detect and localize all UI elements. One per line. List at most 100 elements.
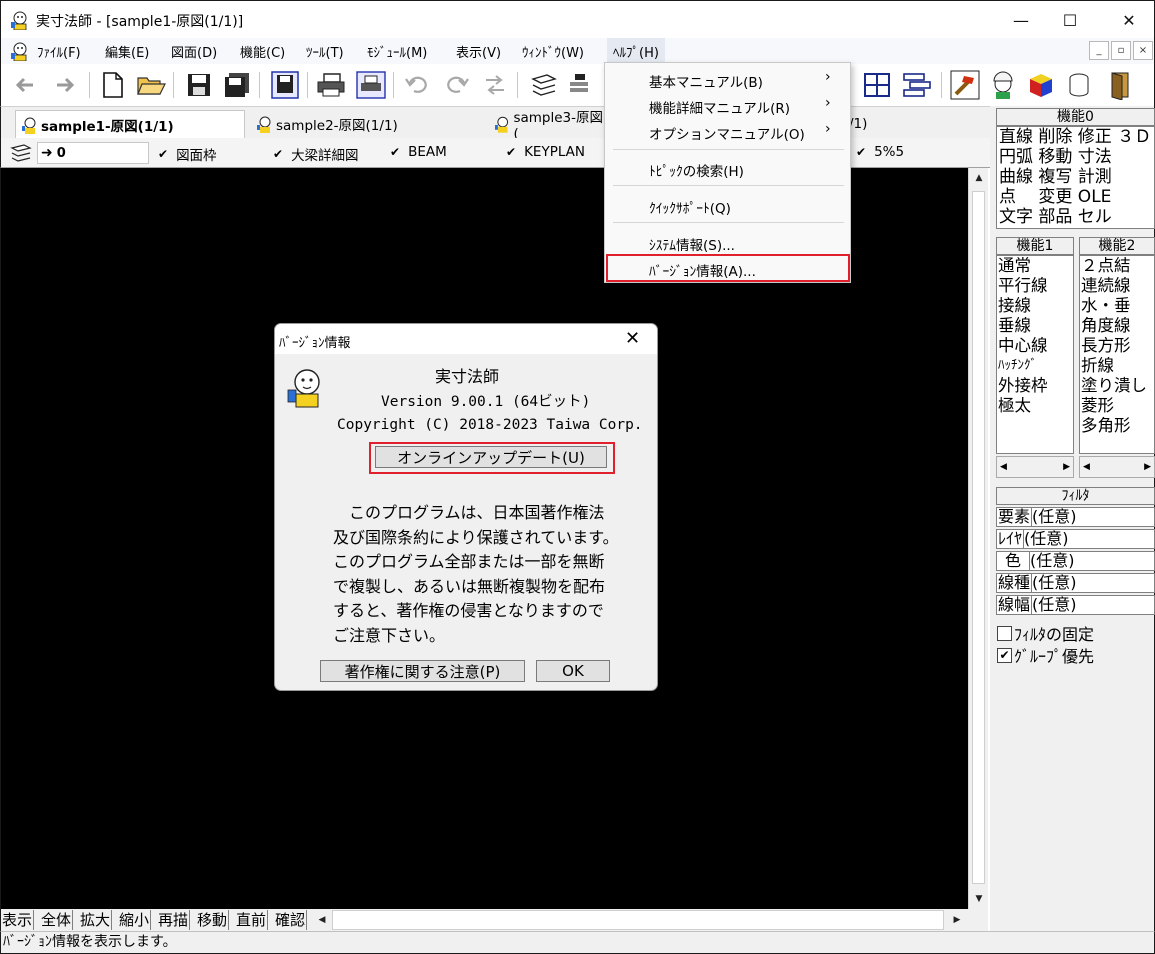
document-mascot-icon[interactable]	[10, 41, 30, 61]
filter-color[interactable]: 色 (任意)	[996, 550, 1155, 572]
redraw-button[interactable]: 再描	[157, 910, 191, 930]
pan-button[interactable]: 移動	[196, 910, 230, 930]
func2-item[interactable]: 塗り潰し	[1080, 376, 1154, 396]
save-as-icon[interactable]	[269, 70, 301, 100]
app-mascot-icon[interactable]	[10, 10, 30, 30]
back-arrow-icon[interactable]	[9, 70, 41, 100]
tab-sample3[interactable]: sample3-原図(	[489, 110, 605, 138]
hammer-tool-icon[interactable]	[949, 70, 981, 100]
menu-file[interactable]: ﾌｧｲﾙ(F)	[37, 42, 81, 61]
func0-row[interactable]: 曲線 複写 計測	[999, 167, 1154, 187]
grid-icon[interactable]	[861, 70, 893, 100]
menu-edit[interactable]: 編集(E)	[105, 42, 149, 61]
menu-item-basic-manual[interactable]: 基本マニュアル(B)	[649, 71, 763, 91]
copyright-notice-button[interactable]: 著作権に関する注意(P)	[320, 660, 525, 682]
undo-icon[interactable]	[401, 70, 433, 100]
tab-sample2[interactable]: sample2-原図(1/1)	[251, 110, 481, 138]
func2-item[interactable]: ２点結	[1080, 256, 1154, 276]
func2-item[interactable]: 多角形	[1080, 416, 1154, 436]
dialog-close-button[interactable]: ✕	[625, 328, 640, 349]
repeat-icon[interactable]	[479, 70, 511, 100]
layer-icon[interactable]	[527, 70, 559, 100]
checkbox-box[interactable]: ✔	[997, 647, 1012, 663]
minimize-button[interactable]: —	[997, 1, 1045, 39]
menu-help[interactable]: ﾍﾙﾌﾟ(H)	[607, 38, 665, 64]
zoom-out-button[interactable]: 縮小	[118, 910, 152, 930]
cylinder-3d-icon[interactable]	[1063, 70, 1095, 100]
checkbox-box[interactable]	[997, 625, 1012, 641]
layer-toggle-beam[interactable]: ✔ BEAM	[390, 144, 447, 160]
zoom-in-button[interactable]: 拡大	[79, 910, 113, 930]
scroll-thumb[interactable]	[972, 191, 985, 884]
func2-item[interactable]: 連続線	[1080, 276, 1154, 296]
func2-hscroll[interactable]: ◀ ▶	[1079, 456, 1155, 478]
func2-item[interactable]: 水・垂	[1080, 296, 1154, 316]
color-cube-icon[interactable]	[1025, 70, 1057, 100]
new-file-icon[interactable]	[97, 70, 129, 100]
scroll-left-icon[interactable]: ◀	[1000, 462, 1007, 472]
scroll-up-icon[interactable]: ▲	[969, 168, 989, 188]
scroll-left-icon[interactable]: ◀	[312, 910, 332, 930]
menu-tools[interactable]: ﾂｰﾙ(T)	[306, 42, 344, 61]
layer-toggle-keyplan[interactable]: ✔ KEYPLAN	[506, 144, 585, 160]
func1-item[interactable]: 通常	[997, 256, 1073, 276]
layer-toggle-beam-detail[interactable]: ✔ 大梁詳細図	[273, 144, 359, 164]
func0-row[interactable]: 円弧 移動 寸法	[999, 147, 1154, 167]
save-icon[interactable]	[183, 70, 215, 100]
layer-toggle-5pct[interactable]: ✔ 5%5	[856, 144, 904, 160]
redo-icon[interactable]	[441, 70, 473, 100]
menu-window[interactable]: ｳｨﾝﾄﾞｳ(W)	[522, 42, 584, 61]
ok-button[interactable]: OK	[536, 660, 610, 682]
mdi-minimize-button[interactable]: _	[1089, 41, 1109, 60]
func0-row[interactable]: 点 変更 OLE	[999, 187, 1154, 207]
menu-module[interactable]: ﾓｼﾞｭｰﾙ(M)	[367, 42, 427, 61]
func0-row[interactable]: 直線 削除 修正 ３Ｄ	[999, 127, 1154, 147]
group-priority-checkbox[interactable]: ✔ ｸﾞﾙｰﾌﾟ優先	[997, 644, 1094, 666]
scroll-right-icon[interactable]: ▶	[1063, 462, 1070, 472]
menu-function[interactable]: 機能(C)	[240, 42, 285, 61]
func2-item[interactable]: 折線	[1080, 356, 1154, 376]
scroll-down-icon[interactable]: ▼	[969, 889, 989, 909]
menu-item-system-info[interactable]: ｼｽﾃﾑ情報(S)...	[649, 234, 735, 254]
func1-item[interactable]: 極太	[997, 396, 1073, 416]
close-button[interactable]: ✕	[1105, 1, 1153, 39]
view-all-button[interactable]: 全体	[40, 910, 74, 930]
scroll-right-icon[interactable]: ▶	[1144, 462, 1151, 472]
print-icon[interactable]	[315, 70, 347, 100]
tab-sample4[interactable]: /1)	[849, 110, 989, 138]
exit-door-icon[interactable]	[1105, 70, 1137, 100]
menu-item-option-manual[interactable]: オプションマニュアル(O)	[649, 123, 805, 143]
save-all-icon[interactable]	[221, 70, 253, 100]
scroll-right-icon[interactable]: ▶	[947, 910, 967, 930]
scroll-left-icon[interactable]: ◀	[1083, 462, 1090, 472]
confirm-button[interactable]: 確認	[274, 910, 308, 930]
menu-item-quick-support[interactable]: ｸｲｯｸｻﾎﾟｰﾄ(Q)	[649, 197, 731, 217]
mdi-close-button[interactable]: ×	[1133, 41, 1153, 60]
func0-row[interactable]: 文字 部品 セル	[999, 207, 1154, 227]
func1-item[interactable]: 中心線	[997, 336, 1073, 356]
print-preview-icon[interactable]	[355, 70, 387, 100]
layer-settings-icon[interactable]	[565, 70, 597, 100]
filter-layer[interactable]: ﾚｲﾔ (任意)	[996, 528, 1155, 550]
func1-item[interactable]: 垂線	[997, 316, 1073, 336]
view-display-button[interactable]: 表示	[1, 910, 35, 930]
func1-hscroll[interactable]: ◀ ▶	[996, 456, 1074, 478]
layer-stack-icon[interactable]	[10, 143, 32, 163]
func2-item[interactable]: 長方形	[1080, 336, 1154, 356]
mdi-restore-button[interactable]: ▫	[1111, 41, 1131, 60]
menu-view[interactable]: 表示(V)	[456, 42, 501, 61]
vertical-scrollbar[interactable]: ▲ ▼	[968, 168, 988, 909]
open-folder-icon[interactable]	[135, 70, 167, 100]
previous-view-button[interactable]: 直前	[235, 910, 269, 930]
maximize-button[interactable]: ☐	[1046, 1, 1094, 39]
func1-item[interactable]: 平行線	[997, 276, 1073, 296]
filter-linetype[interactable]: 線種 (任意)	[996, 572, 1155, 594]
tab-sample1[interactable]: sample1-原図(1/1)	[15, 110, 245, 138]
filter-linewidth[interactable]: 線幅 (任意)	[996, 594, 1155, 616]
filter-element[interactable]: 要素 (任意)	[996, 506, 1155, 528]
menu-item-detail-manual[interactable]: 機能詳細マニュアル(R)	[649, 97, 790, 117]
horizontal-scroll-track[interactable]	[332, 910, 944, 930]
forward-arrow-icon[interactable]	[49, 70, 81, 100]
func2-item[interactable]: 角度線	[1080, 316, 1154, 336]
worker-icon[interactable]	[987, 70, 1019, 100]
